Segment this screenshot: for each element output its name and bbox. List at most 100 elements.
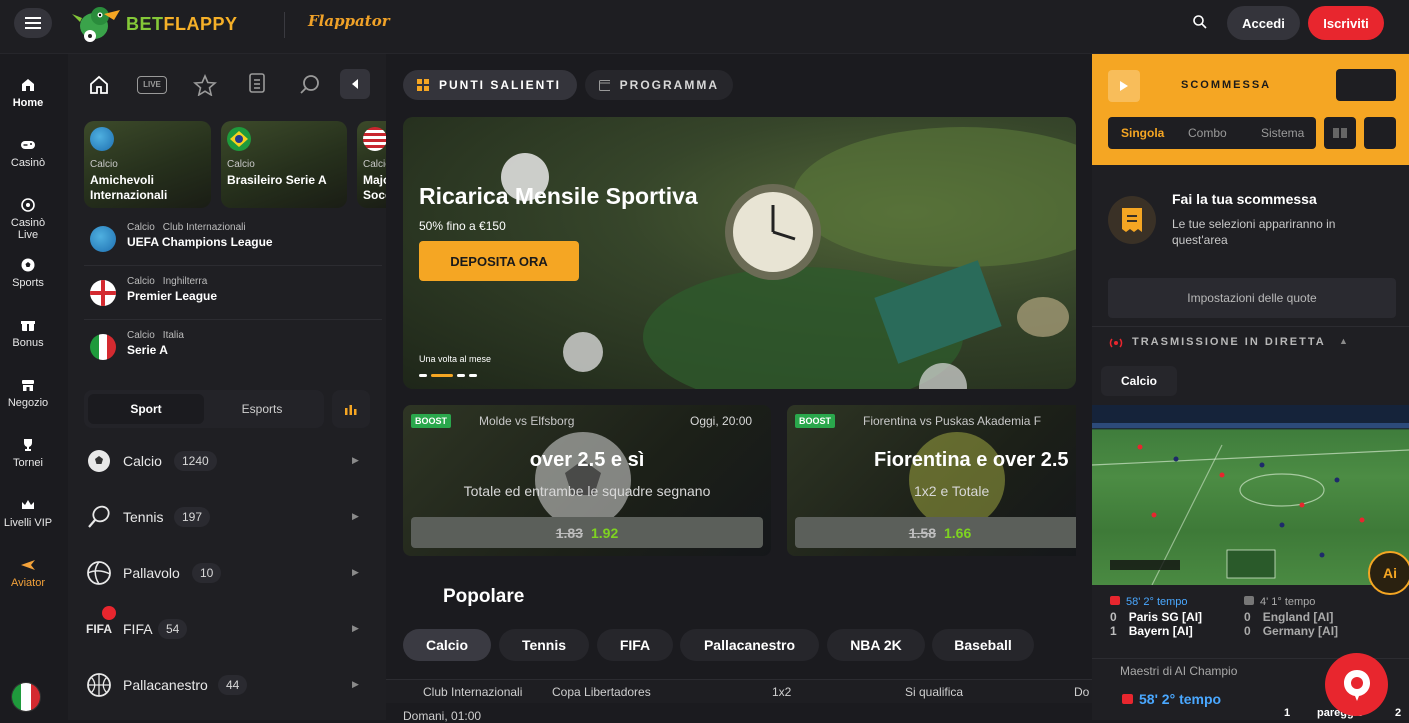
hot-badge-icon: [102, 606, 116, 620]
logo[interactable]: BETFLAPPY: [70, 6, 238, 42]
live-match-card[interactable]: 4' 1° tempo 0 England [AI] 0 Germany [AI]: [1244, 596, 1338, 648]
ai-button[interactable]: Ai: [1368, 551, 1409, 595]
nav-aviator[interactable]: Aviator: [0, 557, 56, 589]
login-button[interactable]: Accedi: [1227, 6, 1300, 40]
menu-button[interactable]: [14, 8, 52, 38]
featured-card[interactable]: Calcio Brasileiro Serie A: [221, 121, 347, 208]
chevron-right-icon: ▶: [352, 679, 359, 689]
tennis-racket-icon: [88, 505, 110, 528]
soccer-ball-icon: [88, 450, 110, 472]
tab-esports[interactable]: Esports: [204, 394, 320, 424]
nav-casino[interactable]: Casinò: [0, 137, 56, 169]
crown-icon: [22, 500, 34, 509]
league-item[interactable]: Calcio Inghilterra Premier League: [84, 268, 382, 320]
home-icon[interactable]: [88, 74, 110, 96]
nav-bonus[interactable]: Bonus: [0, 317, 56, 349]
event-time: Domani, 01:00: [403, 709, 482, 723]
language-flag-italy[interactable]: [11, 682, 41, 712]
deposit-button[interactable]: DEPOSITA ORA: [419, 241, 579, 281]
soccer-ball-icon: [21, 258, 35, 272]
nav-shop[interactable]: Negozio: [0, 377, 56, 409]
tab-singola[interactable]: Singola: [1121, 126, 1164, 140]
sport-item-pallavolo[interactable]: Pallavolo 10 ▶: [84, 555, 374, 591]
betslip-history-icon[interactable]: [247, 72, 269, 96]
live-video-player[interactable]: [1092, 405, 1409, 585]
carousel-dots[interactable]: [419, 374, 477, 377]
live-sport-filter[interactable]: Calcio: [1101, 366, 1177, 396]
settings-button[interactable]: [1364, 117, 1396, 149]
popular-chip-tennis[interactable]: Tennis: [499, 629, 589, 661]
nav-casino-live[interactable]: Casinò Live: [0, 197, 56, 241]
globe-icon: [90, 226, 116, 252]
search-icon[interactable]: [1192, 14, 1208, 30]
live-event-time[interactable]: 58' 2° tempo: [1122, 691, 1221, 707]
divider: [1092, 326, 1409, 327]
popular-chip-fifa[interactable]: FIFA: [597, 629, 673, 661]
live-match-card[interactable]: 58' 2° tempo 0 Paris SG [AI] 1 Bayern [AI]: [1110, 596, 1202, 648]
sport-item-tennis[interactable]: Tennis 197 ▶: [84, 499, 374, 535]
chevron-right-icon: ▶: [352, 511, 359, 521]
league-label: Maestri di AI Champio: [1120, 664, 1238, 678]
boost-odds-button[interactable]: 1.83 1.92: [411, 517, 763, 548]
league-item[interactable]: Calcio Club Internazionali UEFA Champions…: [84, 214, 382, 266]
support-chat-button[interactable]: [1325, 653, 1388, 716]
boost-odds-button[interactable]: 1.58 1.66: [795, 517, 1076, 548]
betslip-empty-icon: [1108, 196, 1156, 244]
plane-icon: [21, 560, 35, 570]
flag-usa-icon: [363, 127, 386, 151]
events-table-header: Club Internazionali Copa Libertadores 1x…: [386, 679, 1092, 703]
search-icon[interactable]: [298, 73, 322, 97]
stats-button[interactable]: [332, 390, 370, 428]
register-button[interactable]: Iscriviti: [1308, 6, 1384, 40]
nav-sports[interactable]: Sports: [0, 257, 56, 289]
banner-subtitle: 50% fino a €150: [419, 219, 506, 233]
popular-chip-baseball[interactable]: Baseball: [932, 629, 1034, 661]
book-button[interactable]: [1324, 117, 1356, 149]
banner-note: Una volta al mese: [419, 354, 492, 364]
flappator-logo[interactable]: Flappator: [308, 12, 390, 30]
tab-sistema[interactable]: Sistema: [1261, 126, 1304, 140]
sport-item-pallacanestro[interactable]: Pallacanestro 44 ▶: [84, 667, 374, 703]
gift-icon: [21, 320, 35, 331]
tab-highlights[interactable]: PUNTI SALIENTI: [403, 70, 577, 100]
football-pitch-image: [1092, 405, 1409, 585]
shop-icon: [22, 380, 34, 391]
chevron-up-icon[interactable]: ▲: [1339, 336, 1348, 346]
popular-chip-calcio[interactable]: Calcio: [403, 629, 491, 661]
nav-vip[interactable]: Livelli VIP: [0, 497, 56, 529]
chevron-right-icon: ▶: [352, 623, 359, 633]
flag-england-icon: [90, 280, 116, 306]
collapse-panel-button[interactable]: [340, 69, 370, 99]
sport-item-fifa[interactable]: FIFA FIFA 54 ▶: [84, 606, 374, 647]
betslip-toggle[interactable]: [1336, 69, 1396, 101]
live-video-icon: [1122, 694, 1133, 704]
star-icon[interactable]: [193, 74, 217, 96]
boost-badge: BOOST: [411, 414, 452, 428]
league-item[interactable]: Calcio Italia Serie A: [84, 322, 382, 374]
nav-home[interactable]: Home: [0, 77, 56, 109]
featured-card[interactable]: Calcio Amichevoli Internazionali: [84, 121, 211, 208]
live-filter-button[interactable]: LIVE: [137, 76, 167, 94]
flag-italy-icon: [90, 334, 116, 360]
odd-2[interactable]: 2: [1395, 707, 1401, 719]
tab-sport[interactable]: Sport: [88, 394, 204, 424]
tab-schedule[interactable]: PROGRAMMA: [585, 70, 733, 100]
betslip-expand-button[interactable]: [1108, 70, 1140, 102]
odds-settings-button[interactable]: Impostazioni delle quote: [1108, 278, 1396, 318]
chevron-right-icon: ▶: [352, 567, 359, 577]
odd-1[interactable]: 1: [1284, 707, 1290, 719]
live-stream-title: TRASMISSIONE IN DIRETTA: [1132, 336, 1326, 348]
tab-combo[interactable]: Combo: [1188, 126, 1227, 140]
boost-card[interactable]: BOOST Fiorentina vs Puskas Akademia F Fi…: [787, 405, 1076, 556]
popular-title: Popolare: [443, 586, 525, 607]
promo-banner[interactable]: Ricarica Mensile Sportiva 50% fino a €15…: [403, 117, 1076, 389]
calendar-icon: [599, 80, 610, 91]
featured-card[interactable]: Calcio Majo Socc: [357, 121, 386, 208]
gamepad-icon: [21, 141, 35, 149]
nav-tournaments[interactable]: Tornei: [0, 437, 56, 469]
popular-chip-pallacanestro[interactable]: Pallacanestro: [680, 629, 819, 661]
sport-item-calcio[interactable]: Calcio 1240 ▶: [84, 443, 374, 479]
receipt-icon: [1122, 208, 1142, 232]
popular-chip-nba2k[interactable]: NBA 2K: [827, 629, 925, 661]
boost-card[interactable]: BOOST Molde vs Elfsborg Oggi, 20:00 over…: [403, 405, 771, 556]
